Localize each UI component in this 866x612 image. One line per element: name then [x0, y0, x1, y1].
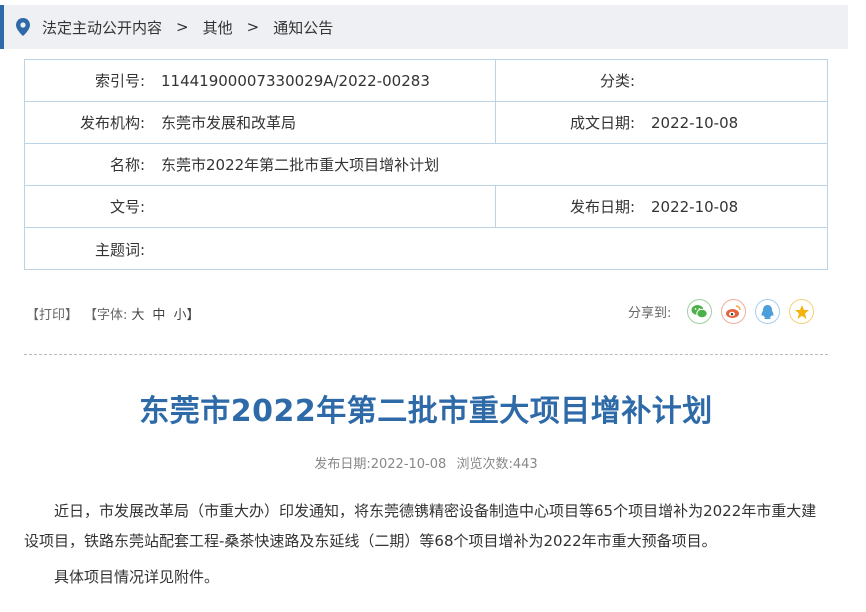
- share-weibo-button[interactable]: [721, 299, 747, 324]
- qq-icon: [761, 304, 774, 319]
- publisher-value: 东莞市发展和改革局: [161, 114, 297, 132]
- doc-no-label: 文号:: [109, 198, 145, 216]
- article-paragraph: 近日，市发展改革局（市重大办）印发通知，将东莞德镌精密设备制造中心项目等65个项…: [24, 502, 817, 550]
- article-paragraph: 具体项目情况详见附件。: [54, 568, 220, 586]
- subject-label: 主题词:: [94, 240, 145, 259]
- document-meta-table: 索引号: 11441900007330029A/2022-00283 分类: 发…: [24, 59, 828, 270]
- subject-value: [145, 228, 827, 270]
- weibo-icon: [726, 305, 742, 318]
- share-wechat-button[interactable]: [687, 299, 713, 324]
- font-size-medium-link[interactable]: 中: [152, 304, 165, 323]
- qzone-icon: [794, 304, 809, 319]
- print-link[interactable]: 【打印】: [26, 304, 78, 323]
- article-pub-date: 发布日期:2022-10-08: [314, 457, 447, 472]
- share-bar: 分享到:: [628, 299, 823, 324]
- index-label: 索引号:: [94, 72, 145, 90]
- share-qzone-button[interactable]: [789, 299, 815, 324]
- publisher-label: 发布机构:: [79, 114, 145, 132]
- location-pin-icon: [16, 18, 30, 36]
- meta-row-index: 索引号: 11441900007330029A/2022-00283 分类:: [25, 60, 827, 102]
- share-label: 分享到:: [628, 306, 672, 321]
- breadcrumb-item-notices[interactable]: 通知公告: [273, 17, 333, 38]
- category-value: [635, 60, 827, 101]
- wechat-icon: [691, 305, 709, 319]
- chevron-right-icon: >: [176, 18, 189, 36]
- breadcrumb-item-other[interactable]: 其他: [203, 17, 233, 38]
- name-label: 名称:: [109, 156, 145, 174]
- article-tools: 【打印】 【字体: 大 中 小】: [26, 304, 203, 323]
- share-qq-button[interactable]: [755, 299, 781, 324]
- doc-no-value: [145, 186, 495, 227]
- meta-row-name: 名称: 东莞市2022年第二批市重大项目增补计划: [25, 144, 827, 186]
- article-view-count: 浏览次数:443: [456, 457, 538, 472]
- font-size-large-link[interactable]: 大: [131, 304, 144, 323]
- article-title: 东莞市2022年第二批市重大项目增补计划: [139, 394, 713, 429]
- breadcrumb-item-public-content[interactable]: 法定主动公开内容: [42, 17, 162, 38]
- breadcrumb: 法定主动公开内容 > 其他 > 通知公告: [0, 5, 848, 49]
- font-size-small-link[interactable]: 小】: [173, 304, 199, 323]
- meta-row-publisher: 发布机构: 东莞市发展和改革局 成文日期: 2022-10-08: [25, 102, 827, 144]
- index-value: 11441900007330029A/2022-00283: [161, 71, 430, 90]
- meta-row-doc-no: 文号: 发布日期: 2022-10-08: [25, 186, 827, 228]
- divider: [24, 354, 828, 355]
- meta-row-subject: 主题词:: [25, 228, 827, 270]
- release-date-label: 发布日期:: [495, 186, 635, 227]
- chevron-right-icon: >: [246, 18, 260, 36]
- category-label: 分类:: [495, 60, 635, 101]
- written-date-label: 成文日期:: [495, 102, 635, 143]
- name-value: 东莞市2022年第二批市重大项目增补计划: [161, 156, 440, 174]
- release-date-value: 2022-10-08: [651, 197, 739, 216]
- font-size-label: 【字体:: [84, 308, 128, 323]
- article-pub-info: 发布日期:2022-10-08 浏览次数:443: [0, 453, 852, 472]
- written-date-value: 2022-10-08: [651, 113, 739, 132]
